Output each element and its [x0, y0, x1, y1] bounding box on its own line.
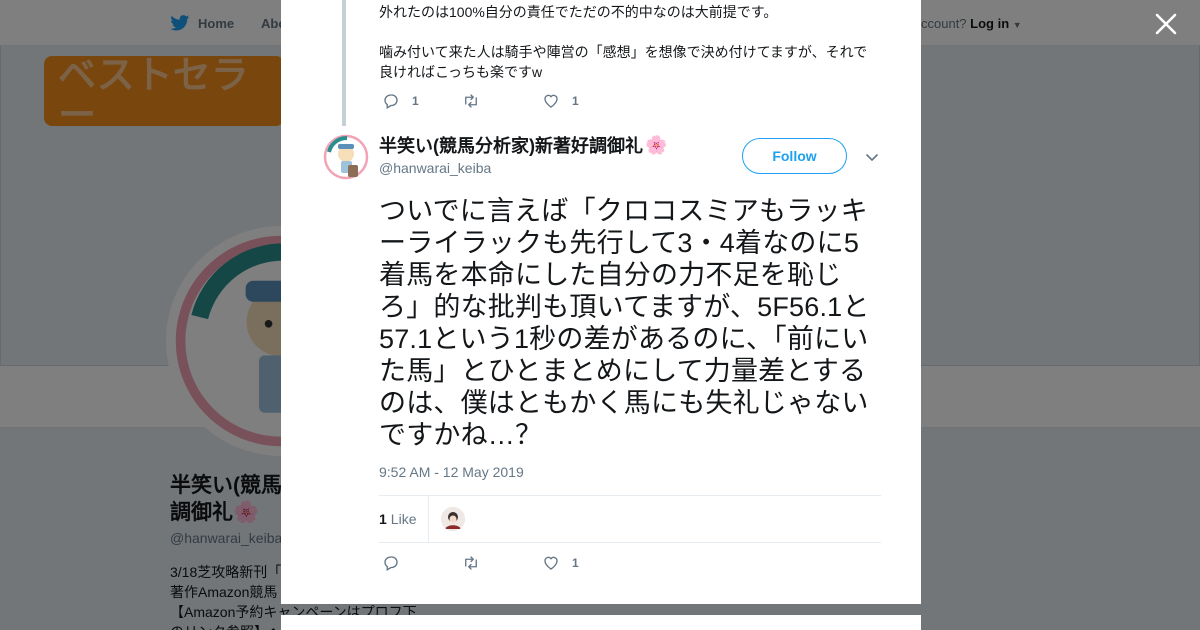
chevron-down-icon[interactable] [864, 149, 880, 165]
retweet-button[interactable] [462, 554, 542, 572]
cherry-blossom-icon: 🌸 [645, 134, 668, 155]
retweet-icon [465, 556, 477, 570]
retweet-button[interactable] [462, 92, 542, 110]
tweet-author-handle[interactable]: @hanwarai_keiba [379, 160, 491, 176]
likes-label: Like [390, 511, 417, 527]
like-count: 1 [572, 556, 579, 570]
author-display-name: 半笑い(競馬分析家)新著好調御礼 [379, 136, 643, 156]
likes-count: 1 [379, 511, 387, 527]
reply-count: 1 [412, 94, 419, 108]
tweet-author-avatar[interactable] [323, 134, 369, 180]
previous-tweet-text: 外れたのは100%自分の責任でただの不的中なのは大前提です。 噛み付いて来た人は… [379, 4, 868, 80]
heart-icon [544, 94, 558, 108]
winner-mascot-avatar-icon [323, 134, 369, 180]
reply-icon [384, 556, 398, 571]
retweet-icon [465, 94, 477, 108]
next-modal-panel-edge [281, 615, 921, 630]
reply-icon [384, 94, 398, 109]
tweet-modal: 外れたのは100%自分の責任でただの不的中なのは大前提です。 噛み付いて来た人は… [281, 0, 921, 604]
reply-button[interactable]: 1 [382, 92, 462, 110]
thread-connector-line [342, 0, 346, 126]
like-count: 1 [572, 94, 579, 108]
close-icon[interactable] [1152, 10, 1180, 38]
tweet-timestamp[interactable]: 9:52 AM - 12 May 2019 [379, 464, 524, 480]
tweet-actions: 1 [382, 554, 579, 572]
like-button[interactable]: 1 [542, 92, 579, 110]
tweet-author-name[interactable]: 半笑い(競馬分析家)新著好調御礼 🌸 [379, 132, 667, 158]
reply-button[interactable] [382, 554, 462, 572]
likes-stat[interactable]: 1 Like [379, 495, 430, 543]
follow-button[interactable]: Follow [742, 138, 847, 174]
previous-tweet-actions: 1 1 [382, 92, 579, 110]
like-button[interactable]: 1 [542, 554, 579, 572]
heart-icon [544, 556, 558, 570]
tweet-text: ついでに言えば「クロコスミアもラッキーライラックも先行して3・4着なのに5着馬を… [379, 196, 870, 450]
liker-avatar[interactable] [441, 507, 466, 531]
liker-avatar-icon [441, 507, 466, 531]
tweet-stats: 1 Like [379, 495, 881, 543]
